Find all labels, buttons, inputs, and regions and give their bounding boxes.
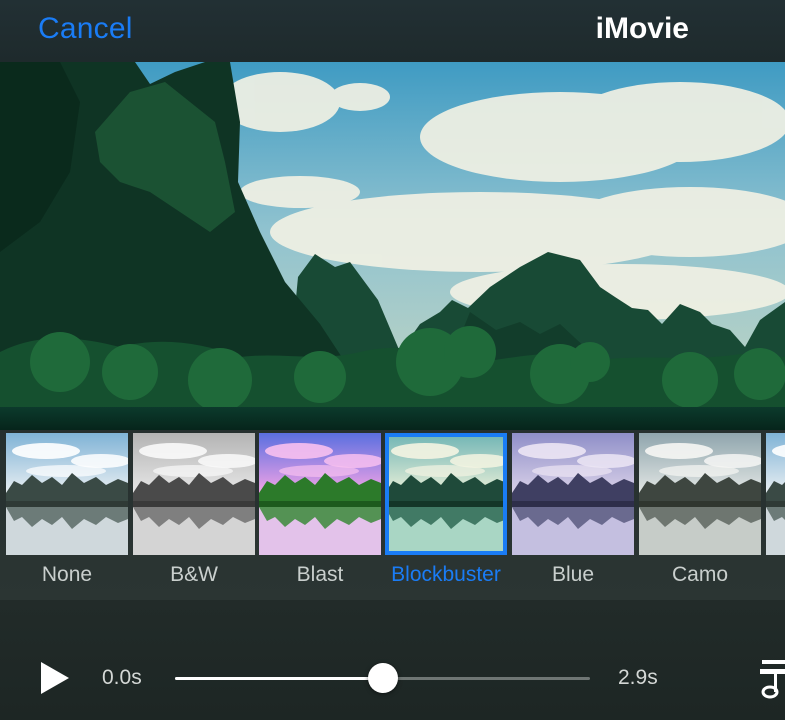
total-time: 2.9s: [618, 666, 658, 689]
video-preview[interactable]: [0, 62, 785, 430]
navigation-bar: Cancel iMovie: [0, 0, 785, 62]
filter-thumbnail-image: [385, 433, 507, 555]
filter-label: Blue: [551, 563, 595, 586]
play-icon: [41, 662, 69, 694]
filter-blast[interactable]: Blast: [259, 433, 381, 593]
filter-thumbnail-image: [766, 433, 785, 555]
scrubber-handle[interactable]: [367, 663, 398, 693]
filter-thumbnail: [6, 433, 128, 555]
filter-thumbnail: [766, 433, 785, 555]
play-button[interactable]: [38, 660, 72, 696]
filter-thumbnail: [385, 433, 507, 555]
scrubber-progress: [175, 677, 383, 680]
cancel-button[interactable]: Cancel: [38, 12, 133, 46]
audio-adjust-icon: [760, 660, 785, 699]
filter-thumbnail-image: [512, 433, 634, 555]
filter-label: Camo: [671, 563, 729, 586]
filter-thumbnail: [133, 433, 255, 555]
filter-camo[interactable]: Camo: [639, 433, 761, 593]
filter-blockbuster[interactable]: Blockbuster: [385, 433, 507, 593]
filter-label: Blast: [296, 563, 344, 586]
filter-blue[interactable]: Blue: [512, 433, 634, 593]
filter-label: B&W: [170, 563, 218, 586]
filter-thumbnail-image: [259, 433, 381, 555]
filter-thumbnail: [259, 433, 381, 555]
audio-adjust-button[interactable]: [758, 652, 785, 702]
filter-thumbnail: [639, 433, 761, 555]
app-title: iMovie: [595, 12, 689, 45]
filter-thumbnail-image: [639, 433, 761, 555]
filter-none[interactable]: None: [6, 433, 128, 593]
filter-label: Blockbuster: [391, 563, 501, 586]
current-time: 0.0s: [102, 666, 142, 689]
preview-image: [0, 62, 785, 430]
filter-thumbnail-image: [133, 433, 255, 555]
filter-next[interactable]: [766, 433, 785, 593]
filter-thumbnail-image: [6, 433, 128, 555]
filter-label: None: [41, 563, 93, 586]
filter-bw[interactable]: B&W: [133, 433, 255, 593]
filter-strip: None B&W Blast Blockbuster Blue Camo: [0, 430, 785, 600]
filter-thumbnail: [512, 433, 634, 555]
